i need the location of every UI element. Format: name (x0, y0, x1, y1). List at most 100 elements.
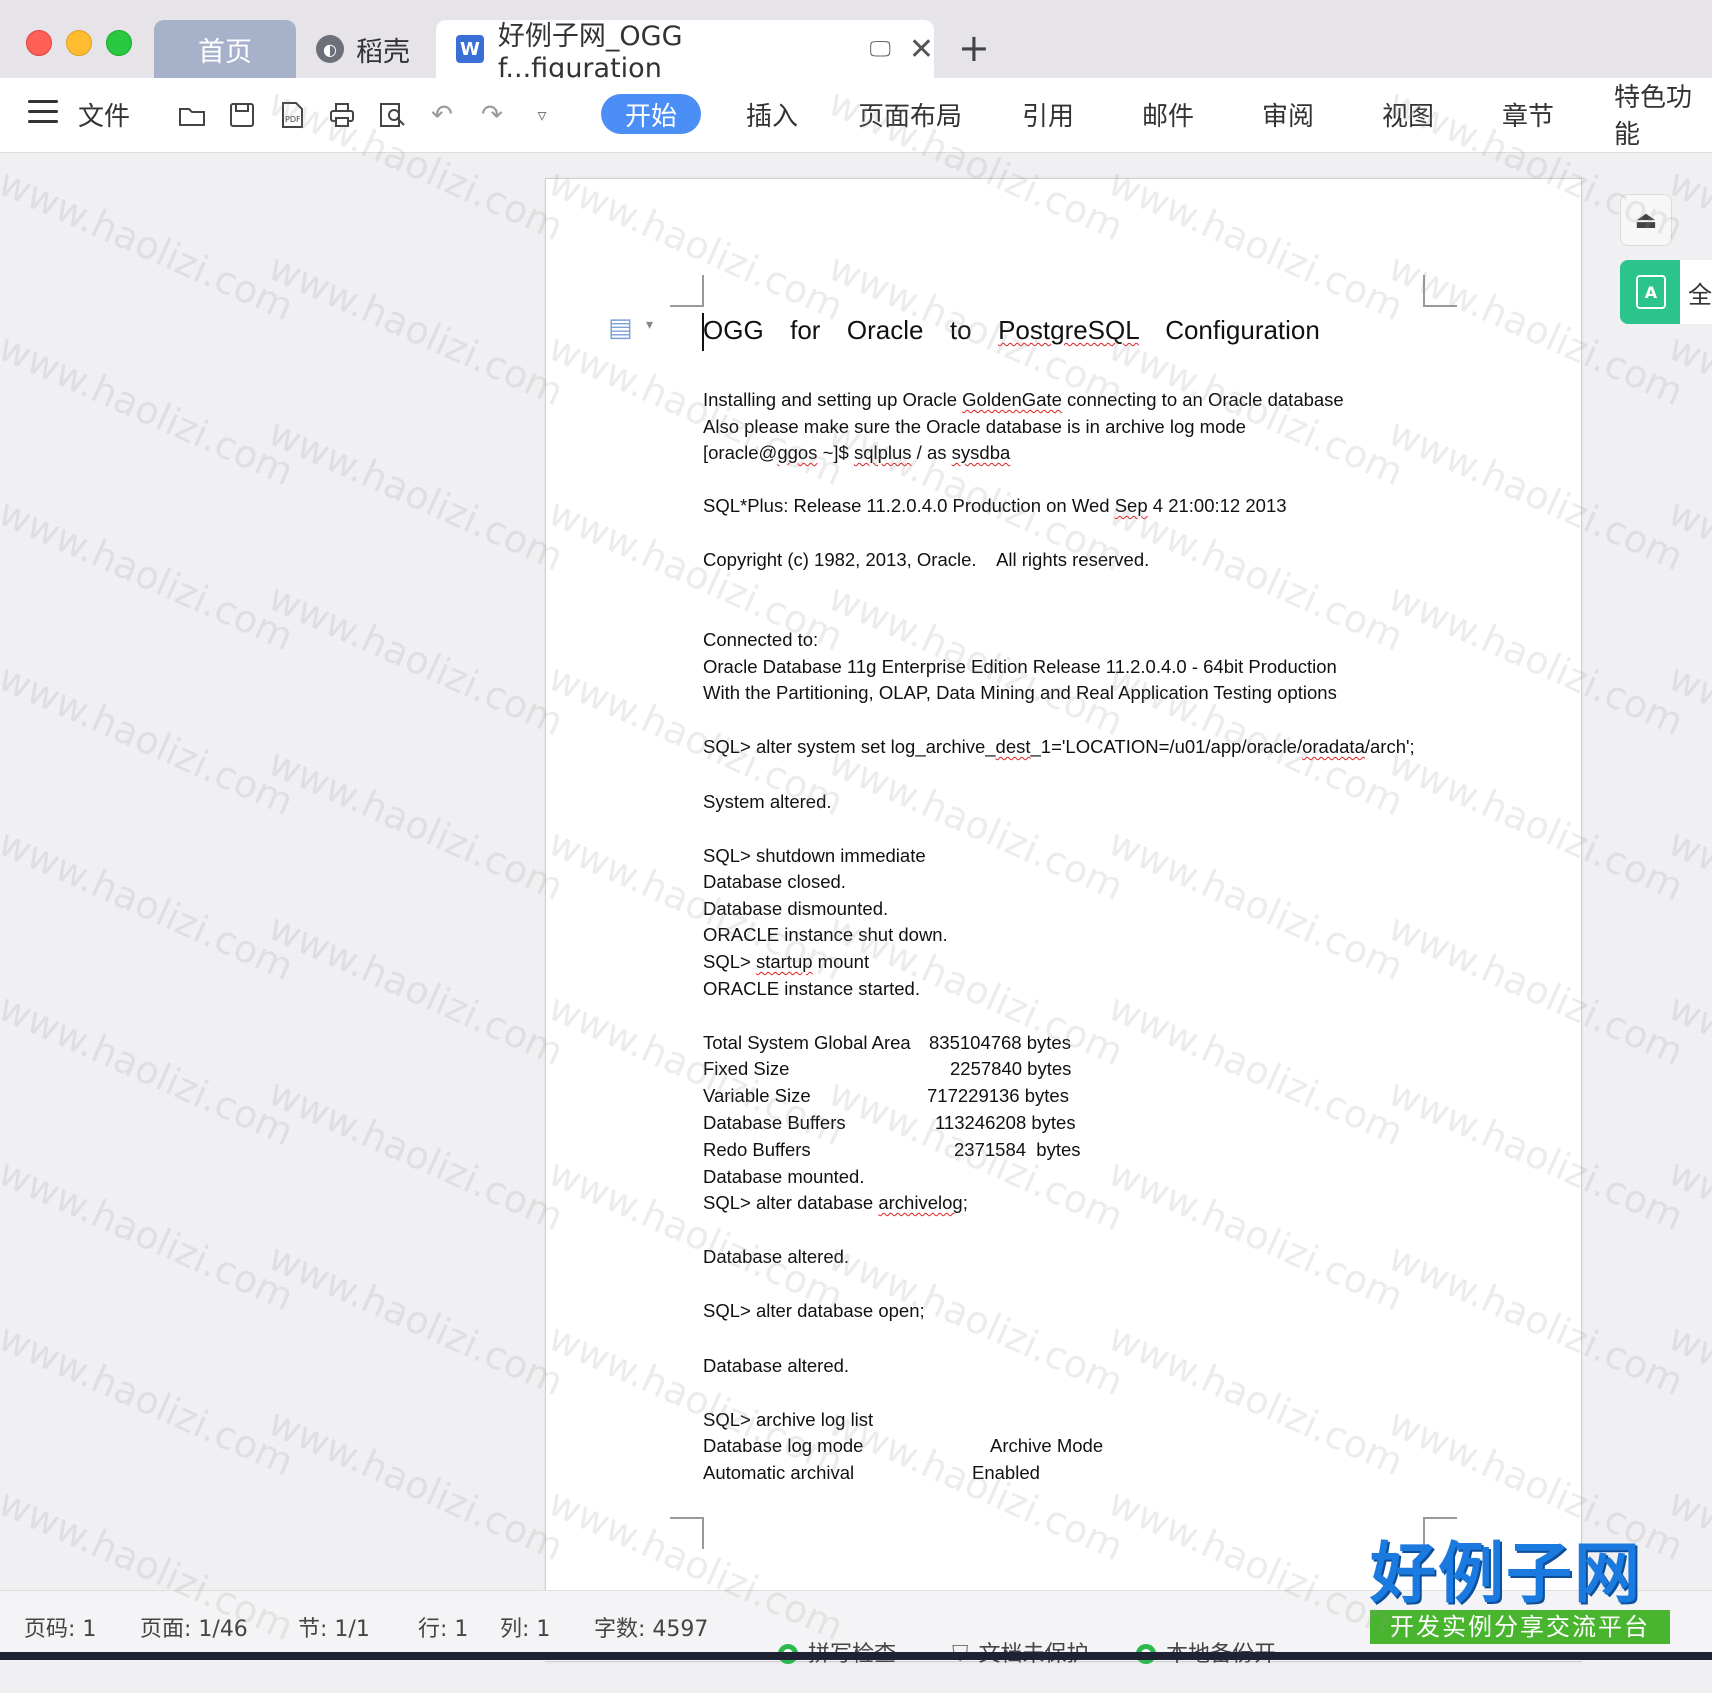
watermark-logo: 好例子网 开发实例分享交流平台 (1370, 1538, 1670, 1650)
doc-line: Database altered. (703, 1355, 850, 1376)
doc-line: Database closed. (703, 871, 846, 892)
watermark-text: www.haolizi.com (1662, 1315, 1712, 1485)
tab-daoke-label: 稻壳 (356, 36, 410, 68)
watermark-text: www.haolizi.com (262, 245, 570, 415)
doc-value: 113246208 bytes (935, 1112, 1076, 1133)
watermark-text: www.haolizi.com (1662, 820, 1712, 990)
writer-doc-icon: W (456, 35, 484, 63)
watermark-text: www.haolizi.com (1662, 655, 1712, 825)
paragraph-handle-icon[interactable]: ▤ (608, 313, 633, 343)
close-window-button[interactable] (26, 30, 52, 56)
watermark-text: www.haolizi.com (262, 1235, 570, 1405)
monitor-icon[interactable]: 🖵 (870, 37, 891, 62)
status-page[interactable]: 页面: 1/46 (140, 1611, 248, 1643)
watermark-text: www.haolizi.com (262, 740, 570, 910)
status-word-count[interactable]: 字数: 4597 (594, 1611, 708, 1643)
svg-text:PDF: PDF (285, 115, 301, 124)
status-row[interactable]: 行: 1 (418, 1611, 468, 1643)
dock-strip (0, 1652, 1712, 1660)
doc-line: SQL> archive log list (703, 1409, 874, 1430)
status-page-code[interactable]: 页码: 1 (24, 1611, 96, 1643)
doc-line: Copyright (c) 1982, 2013, Oracle. All ri… (703, 549, 1150, 570)
quick-access-dropdown-icon[interactable]: ▿ (525, 98, 559, 132)
hamburger-menu-icon[interactable] (28, 100, 58, 130)
doc-line: SQL> startup mount (703, 951, 870, 972)
doc-value: 835104768 bytes (929, 1032, 1071, 1053)
zoom-window-button[interactable] (106, 30, 132, 56)
ribbon-tab-review[interactable]: 审阅 (1262, 94, 1314, 134)
document-page[interactable]: ▤ ▾ OGG for Oracle to PostgreSQL Configu… (545, 178, 1582, 1662)
watermark-text: www.haolizi.com (0, 985, 300, 1155)
watermark-text: www.haolizi.com (262, 1070, 570, 1240)
minimize-window-button[interactable] (66, 30, 92, 56)
doc-value: 2371584 bytes (954, 1139, 1081, 1160)
ribbon-tab-view[interactable]: 视图 (1382, 94, 1434, 134)
margin-corner-marker (670, 275, 704, 307)
watermark-text: www.haolizi.com (262, 1400, 570, 1570)
doc-line: Redo Buffers (703, 1139, 811, 1160)
new-tab-button[interactable]: + (958, 26, 990, 70)
margin-corner-marker (670, 1517, 704, 1549)
tab-document-label: 好例子网_OGG f...figuration (497, 21, 683, 84)
save-icon[interactable] (225, 98, 259, 132)
doc-line: Also please make sure the Oracle databas… (703, 416, 1246, 437)
doc-value: Archive Mode (990, 1435, 1104, 1456)
undo-icon[interactable]: ↶ (425, 98, 459, 132)
tab-daoke[interactable]: ◐ 稻壳 (312, 20, 432, 78)
tab-home[interactable]: 首页 (154, 20, 296, 78)
collapse-panel-button[interactable]: ⏏ (1620, 194, 1672, 246)
file-menu[interactable]: 文件 (78, 96, 130, 133)
doc-line: SQL> alter database open; (703, 1300, 925, 1321)
open-folder-icon[interactable] (175, 98, 209, 132)
ribbon-tab-sections[interactable]: 章节 (1502, 94, 1554, 134)
daoke-icon: ◐ (316, 35, 344, 63)
status-section[interactable]: 节: 1/1 (298, 1611, 370, 1643)
translate-label: 全 (1680, 260, 1712, 324)
title-bar: 首页 ◐ 稻壳 W 好例子网_OGG f...figuration 🖵 ✕ + (0, 0, 1712, 84)
ribbon-tab-references[interactable]: 引用 (1022, 94, 1074, 134)
watermark-text: www.haolizi.com (0, 490, 300, 660)
ribbon-tab-insert[interactable]: 插入 (746, 94, 798, 134)
print-icon[interactable] (325, 98, 359, 132)
watermark-text: www.haolizi.com (0, 1150, 300, 1320)
watermark-text: www.haolizi.com (0, 325, 300, 495)
watermark-text: www.haolizi.com (262, 905, 570, 1075)
tab-document[interactable]: W 好例子网_OGG f...figuration 🖵 ✕ (436, 20, 934, 84)
doc-line: Database altered. (703, 1246, 850, 1267)
export-pdf-icon[interactable]: PDF (275, 98, 309, 132)
doc-line: SQL*Plus: Release 11.2.0.4.0 Production … (703, 495, 1287, 516)
status-column[interactable]: 列: 1 (500, 1611, 550, 1643)
watermark-text: www.haolizi.com (1662, 490, 1712, 660)
doc-line: Automatic archival (703, 1462, 855, 1483)
doc-line: Oracle Database 11g Enterprise Edition R… (703, 656, 1337, 677)
doc-line: Installing and setting up Oracle GoldenG… (703, 389, 1344, 410)
ribbon-tab-special-features[interactable]: 特色功能 (1614, 83, 1712, 150)
ribbon-tab-start[interactable]: 开始 (601, 94, 702, 134)
tab-home-label: 首页 (198, 36, 252, 68)
ribbon-tab-page-layout[interactable]: 页面布局 (858, 94, 962, 134)
ribbon-tab-mailings[interactable]: 邮件 (1142, 94, 1194, 134)
ribbon-toolbar: 文件 PDF ↶ ↷ ▿ 开始 插入 页面布局 引用 邮件 审阅 视图 章节 特… (0, 78, 1712, 153)
eject-icon: ⏏ (1634, 206, 1658, 234)
doc-line: Database Buffers (703, 1112, 846, 1133)
watermark-text: www.haolizi.com (0, 655, 300, 825)
watermark-text: www.haolizi.com (262, 575, 570, 745)
paragraph-handle-dropdown-icon[interactable]: ▾ (646, 317, 653, 333)
translate-button[interactable]: A 全 (1620, 260, 1712, 324)
print-preview-icon[interactable] (375, 98, 409, 132)
logo-sub-text: 开发实例分享交流平台 (1370, 1610, 1670, 1644)
redo-icon[interactable]: ↷ (475, 98, 509, 132)
doc-line: With the Partitioning, OLAP, Data Mining… (703, 682, 1337, 703)
doc-value: 2257840 bytes (950, 1058, 1072, 1079)
doc-value: Enabled (972, 1462, 1040, 1483)
doc-line: SQL> alter system set log_archive_dest_1… (703, 736, 1415, 757)
translate-icon: A (1636, 275, 1666, 309)
watermark-text: www.haolizi.com (0, 160, 300, 330)
doc-line: Connected to: (703, 629, 819, 650)
close-tab-icon[interactable]: ✕ (909, 32, 934, 67)
doc-line: ORACLE instance shut down. (703, 924, 948, 945)
watermark-text: www.haolizi.com (1662, 985, 1712, 1155)
doc-line: Total System Global Area (703, 1032, 911, 1053)
margin-corner-marker (1423, 275, 1457, 307)
watermark-text: www.haolizi.com (1662, 1150, 1712, 1320)
